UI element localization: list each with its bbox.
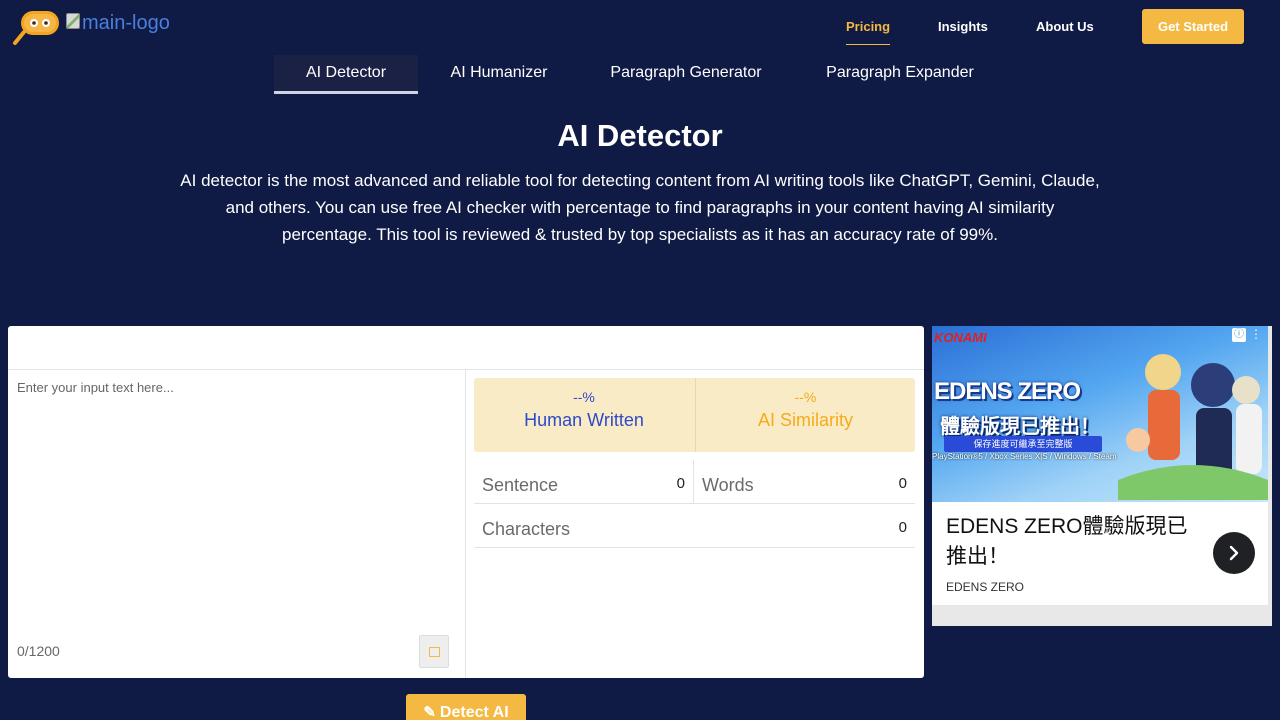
characters-stat: Characters 0 xyxy=(474,504,915,548)
square-icon xyxy=(428,646,440,657)
sentence-stat: Sentence 0 xyxy=(474,460,694,504)
stats-row-1: Sentence 0 Words 0 xyxy=(474,460,915,504)
clear-text-button[interactable] xyxy=(419,635,449,668)
detect-ai-label: Detect AI xyxy=(439,704,509,720)
stats-row-2: Characters 0 xyxy=(474,504,915,548)
nav-about-us[interactable]: About Us xyxy=(1036,19,1094,34)
ad-banner-image[interactable]: KONAMI EDENS ZERO 體驗版現已推出！ 保存進度可繼承至完整版 P… xyxy=(932,326,1268,502)
ai-label: AI Similarity xyxy=(757,410,853,430)
ad-strip: 保存進度可繼承至完整版 xyxy=(944,436,1102,452)
logo-alt-text: main-logo xyxy=(82,12,170,34)
detect-ai-button[interactable]: ✎ Detect AI xyxy=(406,694,526,720)
ad-source: EDENS ZERO xyxy=(946,580,1025,594)
card-toolbar xyxy=(8,326,924,370)
chat-magnifier-logo-icon[interactable] xyxy=(12,8,62,46)
header: main-logo Pricing Insights About Us Get … xyxy=(0,0,1280,54)
ad-next-button[interactable] xyxy=(1213,532,1255,574)
human-percent: --% xyxy=(573,389,595,405)
input-pane: 0/1200 xyxy=(8,370,466,678)
detector-card: 0/1200 --% Human Written --% AI Similari… xyxy=(8,326,924,678)
human-score: --% Human Written xyxy=(474,378,694,452)
nav-insights[interactable]: Insights xyxy=(938,19,988,34)
input-textarea[interactable] xyxy=(8,370,465,620)
result-pane: --% Human Written --% AI Similarity Sent… xyxy=(466,370,924,678)
ai-score: --% AI Similarity xyxy=(695,378,915,452)
ad-brand: KONAMI xyxy=(934,330,987,345)
tab-paragraph-generator[interactable]: Paragraph Generator xyxy=(596,55,776,94)
chevron-right-icon xyxy=(1229,545,1239,561)
ai-percent: --% xyxy=(794,389,817,405)
page-description: AI detector is the most advanced and rel… xyxy=(180,171,1100,244)
ad-game-logo: EDENS ZERO xyxy=(934,378,1081,405)
main-logo[interactable]: main-logo xyxy=(66,12,170,35)
sentence-value: 0 xyxy=(676,475,685,492)
tab-ai-detector[interactable]: AI Detector xyxy=(274,55,418,94)
words-stat: Words 0 xyxy=(694,460,915,504)
nav-pricing[interactable]: Pricing xyxy=(846,19,891,45)
characters-label: Characters xyxy=(482,519,571,539)
page-title: AI Detector xyxy=(557,118,723,153)
words-value: 0 xyxy=(898,475,907,492)
sentence-label: Sentence xyxy=(482,475,559,495)
char-count: 0/1200 xyxy=(17,643,60,659)
get-started-button[interactable]: Get Started xyxy=(1142,9,1244,44)
ad-more-icon[interactable]: ⋮ xyxy=(1250,327,1262,341)
advertisement[interactable]: KONAMI EDENS ZERO 體驗版現已推出！ 保存進度可繼承至完整版 P… xyxy=(932,326,1272,626)
tab-ai-humanizer[interactable]: AI Humanizer xyxy=(434,55,564,94)
broken-image-icon xyxy=(66,13,80,29)
human-label: Human Written xyxy=(524,410,644,430)
characters-value: 0 xyxy=(898,519,907,536)
anime-characters-illustration xyxy=(1118,354,1268,500)
ad-info-icon[interactable]: ⓘ xyxy=(1232,328,1246,342)
ad-body[interactable]: EDENS ZERO體驗版現已推出！ EDENS ZERO xyxy=(932,502,1268,605)
ad-headline: 體驗版現已推出！ xyxy=(940,416,1100,438)
ad-platforms: PlayStation®5 / Xbox Series X|S / Window… xyxy=(932,452,1117,461)
score-box: --% Human Written --% AI Similarity xyxy=(474,378,915,452)
pencil-icon: ✎ xyxy=(423,704,436,720)
ad-title: EDENS ZERO體驗版現已推出！ xyxy=(946,515,1188,568)
tab-paragraph-expander[interactable]: Paragraph Expander xyxy=(812,55,988,94)
words-label: Words xyxy=(702,475,754,495)
